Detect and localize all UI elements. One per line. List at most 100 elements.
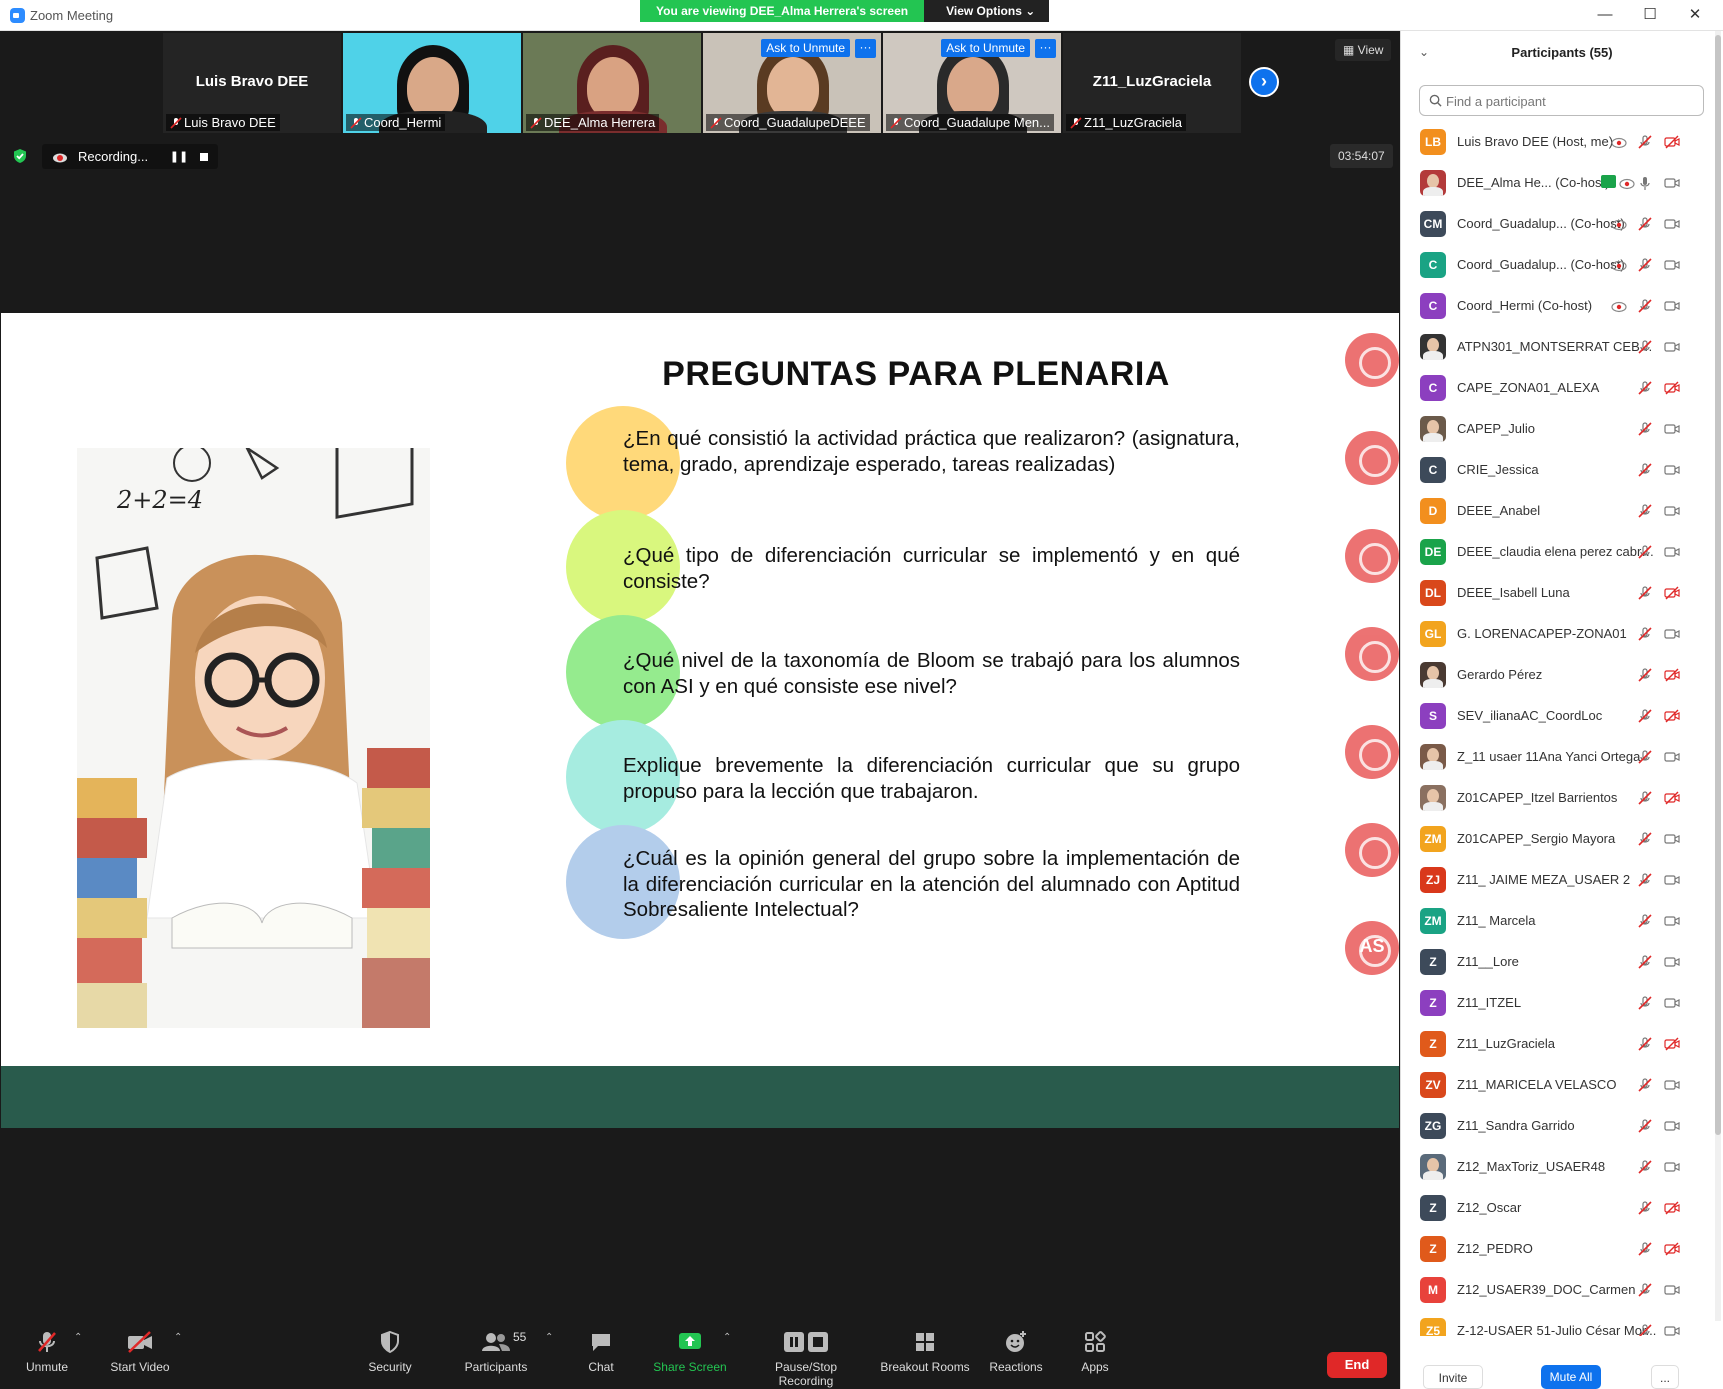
video-thumbnail[interactable]: DEE_Alma Herrera xyxy=(523,33,701,133)
participant-row[interactable]: C CRIE_Jessica xyxy=(1401,449,1723,490)
participant-row[interactable]: D DEEE_Anabel xyxy=(1401,490,1723,531)
pause-recording-button[interactable]: ❚❚ xyxy=(164,150,194,163)
video-camera-icon[interactable] xyxy=(1664,503,1680,519)
microphone-muted-icon[interactable] xyxy=(1637,257,1653,273)
ask-to-unmute-button[interactable]: Ask to Unmute xyxy=(761,39,850,57)
video-camera-icon[interactable] xyxy=(1664,1118,1680,1134)
apps-button[interactable]: Apps xyxy=(1076,1330,1114,1374)
video-camera-icon[interactable] xyxy=(1664,831,1680,847)
microphone-muted-icon[interactable] xyxy=(1637,380,1653,396)
reactions-button[interactable]: Reactions xyxy=(988,1330,1044,1374)
video-off-icon[interactable] xyxy=(1664,1200,1680,1216)
participant-row[interactable]: Z Z11_LuzGraciela xyxy=(1401,1023,1723,1064)
share-screen-button[interactable]: Share Screen ⌃ xyxy=(653,1330,731,1374)
participant-row[interactable]: ZV Z11_MARICELA VELASCO xyxy=(1401,1064,1723,1105)
participant-row[interactable]: ZM Z11_ Marcela xyxy=(1401,900,1723,941)
video-thumbnail[interactable]: Coord_GuadalupeDEEE Ask to Unmute ··· xyxy=(703,33,881,133)
security-button[interactable]: Security xyxy=(365,1330,415,1374)
microphone-muted-icon[interactable] xyxy=(1637,667,1653,683)
view-options-button[interactable]: View Options ⌄ xyxy=(924,0,1050,22)
participant-row[interactable]: CAPEP_Julio xyxy=(1401,408,1723,449)
participant-row[interactable]: ATPN301_MONTSERRAT CEBALL... xyxy=(1401,326,1723,367)
video-camera-icon[interactable] xyxy=(1664,462,1680,478)
video-off-icon[interactable] xyxy=(1664,585,1680,601)
participant-row[interactable]: Z_11 usaer 11Ana Yanci Ortega xyxy=(1401,736,1723,777)
minimize-button[interactable]: — xyxy=(1590,4,1620,26)
participant-row[interactable]: LB Luis Bravo DEE (Host, me) xyxy=(1401,121,1723,162)
video-off-icon[interactable] xyxy=(1664,134,1680,150)
video-camera-icon[interactable] xyxy=(1664,339,1680,355)
microphone-muted-icon[interactable] xyxy=(1637,708,1653,724)
microphone-muted-icon[interactable] xyxy=(1637,1323,1653,1336)
microphone-muted-icon[interactable] xyxy=(1637,872,1653,888)
encryption-shield-icon[interactable] xyxy=(12,148,28,164)
video-camera-icon[interactable] xyxy=(1664,1077,1680,1093)
participants-button[interactable]: Participants 55 ⌃ xyxy=(463,1330,554,1374)
participants-options-caret[interactable]: ⌃ xyxy=(545,1332,553,1343)
view-layout-button[interactable]: ▦ View xyxy=(1335,39,1392,61)
video-camera-icon[interactable] xyxy=(1664,626,1680,642)
video-off-icon[interactable] xyxy=(1664,1241,1680,1257)
participant-row[interactable]: GL G. LORENACAPEP-ZONA01 xyxy=(1401,613,1723,654)
video-camera-icon[interactable] xyxy=(1664,995,1680,1011)
thumbnail-more-button[interactable]: ··· xyxy=(855,39,876,58)
participant-search-input[interactable] xyxy=(1446,91,1696,111)
video-thumbnail[interactable]: Coord_Hermi xyxy=(343,33,521,133)
participant-row[interactable]: DL DEEE_Isabell Luna xyxy=(1401,572,1723,613)
video-camera-icon[interactable] xyxy=(1664,216,1680,232)
maximize-button[interactable]: ☐ xyxy=(1635,4,1665,26)
microphone-muted-icon[interactable] xyxy=(1637,503,1653,519)
participant-row[interactable]: C CAPE_ZONA01_ALEXA xyxy=(1401,367,1723,408)
video-camera-icon[interactable] xyxy=(1664,175,1680,191)
video-camera-icon[interactable] xyxy=(1664,954,1680,970)
participant-row[interactable]: Z5 Z-12-USAER 51-Julio César Mor... xyxy=(1401,1310,1723,1336)
breakout-rooms-button[interactable]: Breakout Rooms xyxy=(879,1330,971,1374)
microphone-muted-icon[interactable] xyxy=(1637,913,1653,929)
video-off-icon[interactable] xyxy=(1664,380,1680,396)
video-camera-icon[interactable] xyxy=(1664,298,1680,314)
microphone-muted-icon[interactable] xyxy=(1637,134,1653,150)
video-off-icon[interactable] xyxy=(1664,708,1680,724)
microphone-muted-icon[interactable] xyxy=(1637,216,1653,232)
video-camera-icon[interactable] xyxy=(1664,913,1680,929)
microphone-icon[interactable] xyxy=(1637,175,1653,191)
participant-row[interactable]: Z Z11__Lore xyxy=(1401,941,1723,982)
mute-all-button[interactable]: Mute All xyxy=(1541,1365,1601,1389)
microphone-muted-icon[interactable] xyxy=(1637,1200,1653,1216)
microphone-muted-icon[interactable] xyxy=(1637,298,1653,314)
video-thumbnail[interactable]: Luis Bravo DEE Luis Bravo DEE xyxy=(163,33,341,133)
participant-row[interactable]: ZJ Z11_ JAIME MEZA_USAER 2 xyxy=(1401,859,1723,900)
start-video-button[interactable]: Start Video ⌃ xyxy=(108,1330,182,1374)
end-meeting-button[interactable]: End xyxy=(1327,1352,1387,1378)
stop-recording-button[interactable] xyxy=(200,152,208,161)
video-camera-icon[interactable] xyxy=(1664,1323,1680,1336)
invite-button[interactable]: Invite xyxy=(1423,1365,1483,1389)
share-options-caret[interactable]: ⌃ xyxy=(723,1332,731,1343)
microphone-muted-icon[interactable] xyxy=(1637,749,1653,765)
microphone-muted-icon[interactable] xyxy=(1637,1159,1653,1175)
microphone-muted-icon[interactable] xyxy=(1637,831,1653,847)
participant-row[interactable]: S SEV_ilianaAC_CoordLoc xyxy=(1401,695,1723,736)
participant-row[interactable]: ZG Z11_Sandra Garrido xyxy=(1401,1105,1723,1146)
microphone-muted-icon[interactable] xyxy=(1637,421,1653,437)
participant-row[interactable]: Z Z12_Oscar xyxy=(1401,1187,1723,1228)
more-options-button[interactable]: ... xyxy=(1651,1365,1679,1389)
ask-to-unmute-button[interactable]: Ask to Unmute xyxy=(941,39,1030,57)
microphone-muted-icon[interactable] xyxy=(1637,1282,1653,1298)
participant-search[interactable] xyxy=(1419,85,1704,116)
participant-row[interactable]: DE DEEE_claudia elena perez cabre... xyxy=(1401,531,1723,572)
video-camera-icon[interactable] xyxy=(1664,544,1680,560)
participant-row[interactable]: DEE_Alma He... (Co-host) xyxy=(1401,162,1723,203)
thumbnail-more-button[interactable]: ··· xyxy=(1035,39,1056,58)
participant-row[interactable]: C Coord_Hermi (Co-host) xyxy=(1401,285,1723,326)
video-camera-icon[interactable] xyxy=(1664,1159,1680,1175)
microphone-muted-icon[interactable] xyxy=(1637,1077,1653,1093)
microphone-muted-icon[interactable] xyxy=(1637,1036,1653,1052)
video-thumbnail[interactable]: Z11_LuzGraciela Z11_LuzGraciela xyxy=(1063,33,1241,133)
next-thumbnails-button[interactable]: › xyxy=(1249,67,1279,97)
video-thumbnail[interactable]: Coord_Guadalupe Men... Ask to Unmute ··· xyxy=(883,33,1061,133)
unmute-button[interactable]: Unmute ⌃ xyxy=(22,1330,82,1374)
video-camera-icon[interactable] xyxy=(1664,1282,1680,1298)
microphone-muted-icon[interactable] xyxy=(1637,1118,1653,1134)
video-camera-icon[interactable] xyxy=(1664,749,1680,765)
